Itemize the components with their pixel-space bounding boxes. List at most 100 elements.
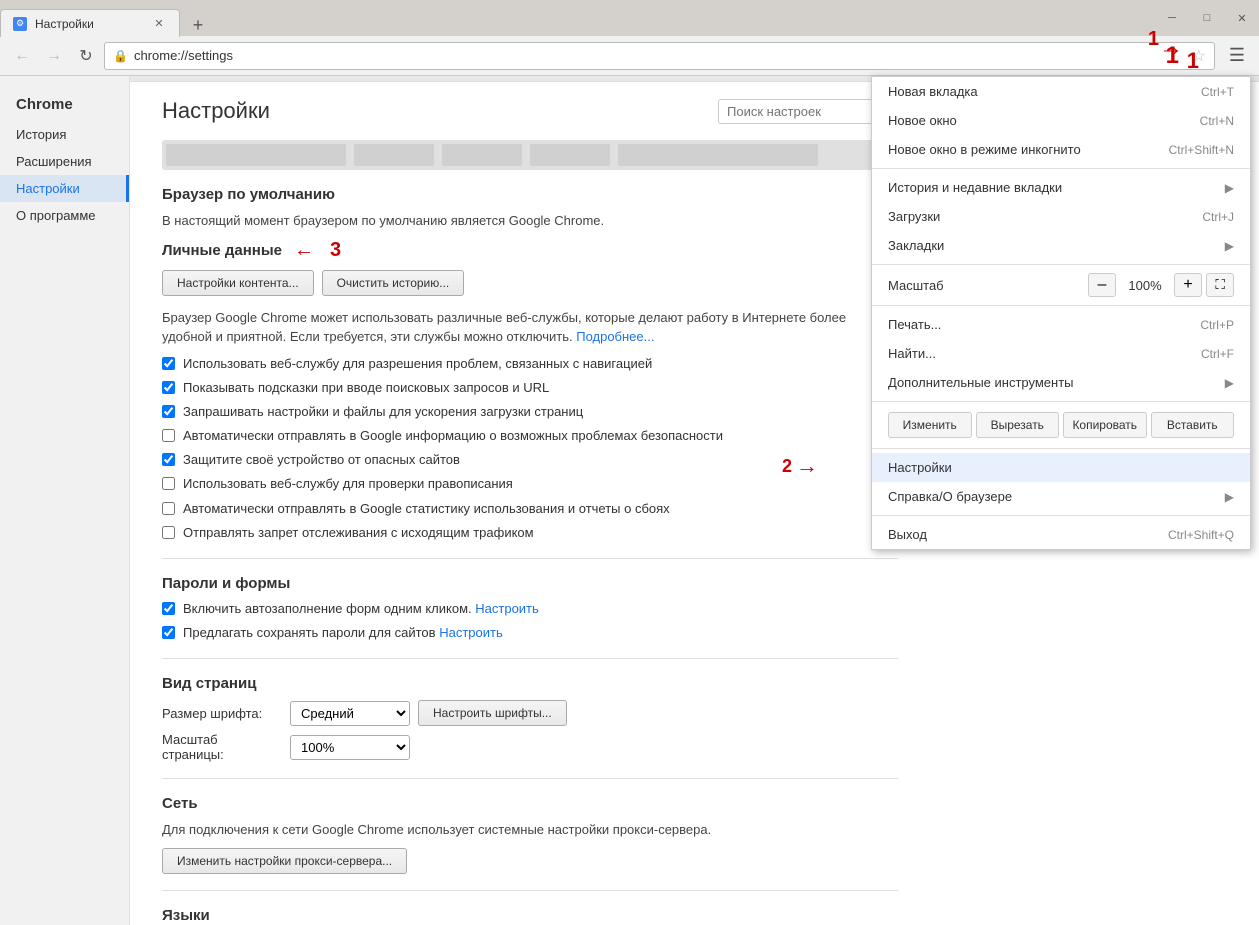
zoom-plus-button[interactable]: + xyxy=(1174,273,1202,297)
passwords-title: Пароли и формы xyxy=(162,575,898,592)
checkbox-row-6: Автоматически отправлять в Google статис… xyxy=(162,500,898,518)
edit-copy-button[interactable]: Копировать xyxy=(1063,412,1147,438)
checkbox-4[interactable] xyxy=(162,453,175,466)
menu-item-settings[interactable]: Настройки xyxy=(872,453,1250,482)
edit-paste-button[interactable]: Вставить xyxy=(1151,412,1235,438)
checkbox-0[interactable] xyxy=(162,357,175,370)
menu-item-history[interactable]: История и недавние вкладки ▶ xyxy=(872,173,1250,202)
checkbox-3[interactable] xyxy=(162,429,175,442)
content-inner: Настройки Браузер по умолчанию В настоящ… xyxy=(130,82,930,925)
checkbox-row-7: Отправлять запрет отслеживания с исходящ… xyxy=(162,524,898,542)
zoom-expand-button[interactable]: ⛶ xyxy=(1206,273,1234,297)
checkbox-row-5: Использовать веб-службу для проверки пра… xyxy=(162,475,898,493)
checkbox-row-2: Запрашивать настройки и файлы для ускоре… xyxy=(162,403,898,421)
zoom-value: 100% xyxy=(1120,278,1170,293)
sidebar-item-about[interactable]: О программе xyxy=(0,202,129,229)
checkbox-7[interactable] xyxy=(162,526,175,539)
menu-item-find[interactable]: Найти... Ctrl+F xyxy=(872,339,1250,368)
font-size-select[interactable]: Средний xyxy=(290,701,410,726)
menu-item-incognito[interactable]: Новое окно в режиме инкогнито Ctrl+Shift… xyxy=(872,135,1250,164)
close-button[interactable]: ✕ xyxy=(1225,6,1259,30)
default-browser-text: В настоящий момент браузером по умолчани… xyxy=(162,211,898,231)
window-controls: ─ □ ✕ xyxy=(1155,0,1259,36)
bookmark-star-icon[interactable]: ☆ xyxy=(1192,46,1206,66)
font-size-row: Размер шрифта: Средний Настроить шрифты.… xyxy=(162,700,898,726)
menu-separator-2 xyxy=(872,264,1250,265)
menu-separator-6 xyxy=(872,515,1250,516)
sidebar-item-settings[interactable]: Настройки xyxy=(0,175,129,202)
passwords-configure-link[interactable]: Настроить xyxy=(439,625,503,640)
menu-item-downloads[interactable]: Загрузки Ctrl+J xyxy=(872,202,1250,231)
checkbox-6[interactable] xyxy=(162,502,175,515)
default-browser-title: Браузер по умолчанию xyxy=(162,186,898,203)
network-text: Для подключения к сети Google Chrome исп… xyxy=(162,820,898,840)
chrome-menu-button[interactable]: ☰ xyxy=(1223,42,1251,70)
checkbox-5[interactable] xyxy=(162,477,175,490)
zoom-minus-button[interactable]: – xyxy=(1088,273,1116,297)
menu-item-new-window[interactable]: Новое окно Ctrl+N xyxy=(872,106,1250,135)
reload-button[interactable]: ↻ xyxy=(72,42,100,70)
divider-3 xyxy=(162,778,898,779)
personal-data-buttons: 4 ↗ Настройки контента... Очистить истор… xyxy=(162,270,898,296)
font-settings-button[interactable]: Настроить шрифты... xyxy=(418,700,567,726)
minimize-button[interactable]: ─ xyxy=(1155,6,1189,30)
address-bar[interactable]: 🔒 chrome://settings ☆ xyxy=(104,42,1215,70)
personal-data-section: 3 Личные данные ← 3 4 ↗ xyxy=(162,239,898,543)
page-zoom-label: Масштаб страницы: xyxy=(162,732,282,762)
page-header: Настройки xyxy=(162,98,898,124)
save-passwords-checkbox[interactable] xyxy=(162,626,175,639)
menu-separator-4 xyxy=(872,401,1250,402)
menu-item-tools[interactable]: Дополнительные инструменты ▶ xyxy=(872,368,1250,397)
network-section: Сеть Для подключения к сети Google Chrom… xyxy=(162,795,898,874)
tab-bar: ⚙ Настройки ✕ + ─ □ ✕ xyxy=(0,0,1259,36)
menu-separator-1 xyxy=(872,168,1250,169)
tab-title: Настройки xyxy=(35,17,143,31)
checkbox-2[interactable] xyxy=(162,405,175,418)
checkbox-row-4: Защитите своё устройство от опасных сайт… xyxy=(162,451,898,469)
checkbox-row-0: Использовать веб-службу для разрешения п… xyxy=(162,355,898,373)
menu-item-print[interactable]: Печать... Ctrl+P xyxy=(872,310,1250,339)
sidebar-item-extensions[interactable]: Расширения xyxy=(0,148,129,175)
languages-title: Языки xyxy=(162,907,898,924)
checkbox-row-3: Автоматически отправлять в Google информ… xyxy=(162,427,898,445)
menu-item-new-tab[interactable]: Новая вкладка Ctrl+T xyxy=(872,77,1250,106)
font-size-label: Размер шрифта: xyxy=(162,706,282,721)
autofill-configure-link[interactable]: Настроить xyxy=(475,601,539,616)
settings-menu-item-wrapper: Настройки 2 → xyxy=(872,453,1250,482)
personal-data-title: Личные данные xyxy=(162,242,282,259)
menu-item-help[interactable]: Справка/О браузере ▶ xyxy=(872,482,1250,511)
more-info-link[interactable]: Подробнее... xyxy=(576,329,654,344)
clear-history-button[interactable]: Очистить историю... xyxy=(322,270,465,296)
address-input[interactable]: chrome://settings xyxy=(134,48,1186,63)
menu-separator-3 xyxy=(872,305,1250,306)
back-button[interactable]: ← xyxy=(8,42,36,70)
proxy-settings-button[interactable]: Изменить настройки прокси-сервера... xyxy=(162,848,407,874)
network-title: Сеть xyxy=(162,795,898,812)
tab-close-button[interactable]: ✕ xyxy=(151,16,167,32)
active-tab[interactable]: ⚙ Настройки ✕ xyxy=(0,9,180,37)
menu-separator-5 xyxy=(872,448,1250,449)
checkbox-row-1: Показывать подсказки при вводе поисковых… xyxy=(162,379,898,397)
autofill-checkbox[interactable] xyxy=(162,602,175,615)
maximize-button[interactable]: □ xyxy=(1190,6,1224,30)
sidebar: Chrome История Расширения Настройки О пр… xyxy=(0,76,130,925)
page-zoom-select[interactable]: 100% xyxy=(290,735,410,760)
divider-2 xyxy=(162,658,898,659)
checkbox-1[interactable] xyxy=(162,381,175,394)
languages-section: Языки xyxy=(162,907,898,924)
sidebar-item-history[interactable]: История xyxy=(0,121,129,148)
edit-change-button[interactable]: Изменить xyxy=(888,412,972,438)
content-settings-button[interactable]: Настройки контента... xyxy=(162,270,314,296)
annotation-1: 1 xyxy=(1148,28,1159,51)
menu-item-bookmarks[interactable]: Закладки ▶ xyxy=(872,231,1250,260)
zoom-row: Масштаб – 100% + ⛶ xyxy=(872,269,1250,301)
page-title: Настройки xyxy=(162,98,270,124)
menu-item-exit[interactable]: Выход Ctrl+Shift+Q xyxy=(872,520,1250,549)
edit-cut-button[interactable]: Вырезать xyxy=(976,412,1060,438)
annotation-label-3-num: 3 xyxy=(330,239,341,262)
chrome-dropdown-menu: Новая вкладка Ctrl+T Новое окно Ctrl+N Н… xyxy=(871,76,1251,550)
new-tab-button[interactable]: + xyxy=(184,14,212,36)
forward-button[interactable]: → xyxy=(40,42,68,70)
browser-window: ⚙ Настройки ✕ + ─ □ ✕ ← → ↻ 🔒 chrome://s… xyxy=(0,0,1259,925)
page-zoom-row: Масштаб страницы: 100% xyxy=(162,732,898,762)
